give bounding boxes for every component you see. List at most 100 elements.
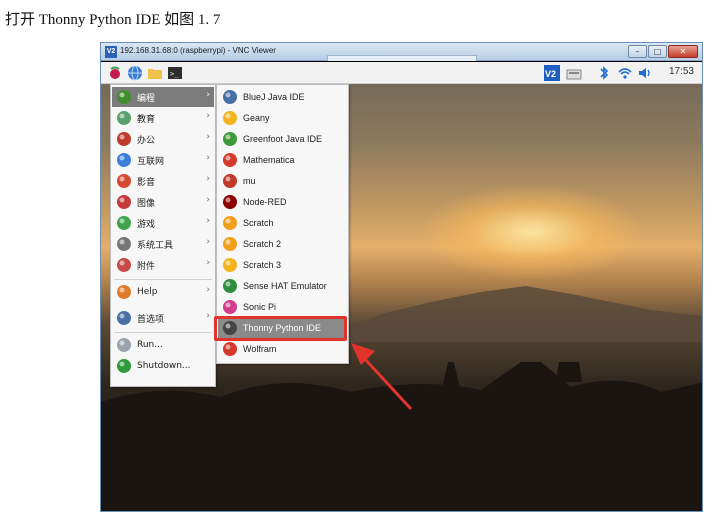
- accessories-icon: [117, 258, 131, 272]
- chevron-right-icon: ›: [206, 311, 210, 321]
- chevron-right-icon: ›: [206, 258, 210, 268]
- games-icon: [117, 216, 131, 230]
- submenu-item-scratch2[interactable]: Scratch 2: [218, 234, 347, 254]
- clock: 17:53: [668, 66, 694, 77]
- menu-item-5[interactable]: 图像 ›: [112, 192, 214, 212]
- vnc-server-icon[interactable]: V2: [544, 65, 560, 81]
- scratch-icon: [223, 216, 237, 230]
- menu-item-label: 编程: [137, 93, 156, 104]
- chevron-right-icon: ›: [206, 132, 210, 142]
- chevron-right-icon: ›: [206, 195, 210, 205]
- run-icon: [117, 338, 131, 352]
- maximize-button[interactable]: □: [648, 45, 667, 58]
- vnc-viewer-window: V2 192.168.31.68:0 (raspberrypi) - VNC V…: [100, 42, 703, 512]
- figure-caption: 打开 Thonny Python IDE 如图 1. 7: [5, 12, 221, 28]
- file-manager-icon[interactable]: [147, 65, 163, 81]
- applications-menu: 编程 › 教育 › 办公 › 互联网 › 影音 › 图像 › 游戏 › 系统工具 › 附件 › Help › 首选项 › R…: [110, 84, 216, 387]
- submenu-item-sonic-pi[interactable]: Sonic Pi: [218, 297, 347, 317]
- terminal-icon[interactable]: >_: [167, 65, 183, 81]
- submenu-item-label: Sonic Pi: [243, 302, 277, 312]
- chevron-right-icon: ›: [206, 216, 210, 226]
- menu-item-4[interactable]: 影音 ›: [112, 171, 214, 191]
- window-titlebar[interactable]: V2 192.168.31.68:0 (raspberrypi) - VNC V…: [101, 43, 702, 61]
- submenu-item-label: Mathematica: [243, 155, 295, 165]
- submenu-item-mu[interactable]: mu: [218, 171, 347, 191]
- volume-icon[interactable]: [637, 65, 653, 81]
- menu-item-12[interactable]: Shutdown...: [112, 356, 214, 376]
- menu-item-11[interactable]: Run...: [112, 335, 214, 355]
- menu-item-label: 影音: [137, 177, 156, 188]
- menu-item-8[interactable]: 附件 ›: [112, 255, 214, 275]
- submenu-item-geany[interactable]: Geany: [218, 108, 347, 128]
- bluej-icon: [223, 90, 237, 104]
- menu-item-10[interactable]: 首选项 ›: [112, 308, 214, 328]
- menu-item-label: 教育: [137, 114, 156, 125]
- greenfoot-icon: [223, 132, 237, 146]
- programming-icon: [117, 90, 131, 104]
- menu-item-label: 系统工具: [137, 240, 174, 251]
- submenu-item-label: mu: [243, 176, 256, 186]
- menu-item-3[interactable]: 互联网 ›: [112, 150, 214, 170]
- menu-item-0[interactable]: 编程 ›: [112, 87, 214, 107]
- menu-item-label: 办公: [137, 135, 156, 146]
- menu-item-2[interactable]: 办公 ›: [112, 129, 214, 149]
- vnc-toolbar-handle[interactable]: [327, 55, 477, 61]
- menu-item-label: Shutdown...: [137, 361, 191, 371]
- node-red-icon: [223, 195, 237, 209]
- submenu-item-greenfoot[interactable]: Greenfoot Java IDE: [218, 129, 347, 149]
- wifi-icon[interactable]: [617, 65, 633, 81]
- mathematica-icon: [223, 153, 237, 167]
- svg-text:V2: V2: [545, 69, 556, 79]
- minimize-button[interactable]: –: [628, 45, 647, 58]
- help-icon: [117, 285, 131, 299]
- raspberry-menu-icon[interactable]: [107, 65, 123, 81]
- keyboard-icon[interactable]: [566, 65, 582, 81]
- red-pointer-arrow: [351, 343, 413, 411]
- window-controls: – □ ✕: [628, 45, 698, 58]
- menu-separator: [114, 279, 212, 280]
- window-title: 192.168.31.68:0 (raspberrypi) - VNC View…: [120, 46, 276, 55]
- preferences-icon: [117, 311, 131, 325]
- menu-item-6[interactable]: 游戏 ›: [112, 213, 214, 233]
- menu-item-label: Run...: [137, 340, 163, 350]
- menu-item-label: Help: [137, 287, 158, 297]
- wolfram-icon: [223, 342, 237, 356]
- chevron-right-icon: ›: [206, 90, 210, 100]
- thonny-highlight-box: [214, 316, 347, 341]
- sound-video-icon: [117, 174, 131, 188]
- chevron-right-icon: ›: [206, 111, 210, 121]
- submenu-item-label: Greenfoot Java IDE: [243, 134, 323, 144]
- sonic-pi-icon: [223, 300, 237, 314]
- submenu-item-label: Scratch 3: [243, 260, 282, 270]
- chevron-right-icon: ›: [206, 285, 210, 295]
- submenu-item-label: Geany: [243, 113, 270, 123]
- mu-icon: [223, 174, 237, 188]
- graphics-icon: [117, 195, 131, 209]
- geany-icon: [223, 111, 237, 125]
- scratch2-icon: [223, 237, 237, 251]
- submenu-item-label: Node-RED: [243, 197, 287, 207]
- mountain-silhouette: [341, 286, 702, 342]
- submenu-item-wolfram[interactable]: Wolfram: [218, 339, 347, 359]
- menu-item-7[interactable]: 系统工具 ›: [112, 234, 214, 254]
- system-tools-icon: [117, 237, 131, 251]
- submenu-item-node-red[interactable]: Node-RED: [218, 192, 347, 212]
- menu-separator: [114, 332, 212, 333]
- menu-item-label: 附件: [137, 261, 156, 272]
- menu-item-label: 游戏: [137, 219, 156, 230]
- web-browser-icon[interactable]: [127, 65, 143, 81]
- close-button[interactable]: ✕: [668, 45, 698, 58]
- menu-item-1[interactable]: 教育 ›: [112, 108, 214, 128]
- submenu-item-mathematica[interactable]: Mathematica: [218, 150, 347, 170]
- submenu-item-scratch[interactable]: Scratch: [218, 213, 347, 233]
- vnc-app-icon: V2: [105, 46, 117, 58]
- submenu-item-sense-hat[interactable]: Sense HAT Emulator: [218, 276, 347, 296]
- menu-item-9[interactable]: Help ›: [112, 282, 214, 302]
- submenu-item-label: Sense HAT Emulator: [243, 281, 327, 291]
- submenu-item-scratch3[interactable]: Scratch 3: [218, 255, 347, 275]
- submenu-item-bluej[interactable]: BlueJ Java IDE: [218, 87, 347, 107]
- submenu-item-label: BlueJ Java IDE: [243, 92, 305, 102]
- submenu-item-label: Wolfram: [243, 344, 277, 354]
- office-icon: [117, 132, 131, 146]
- bluetooth-icon[interactable]: [596, 65, 612, 81]
